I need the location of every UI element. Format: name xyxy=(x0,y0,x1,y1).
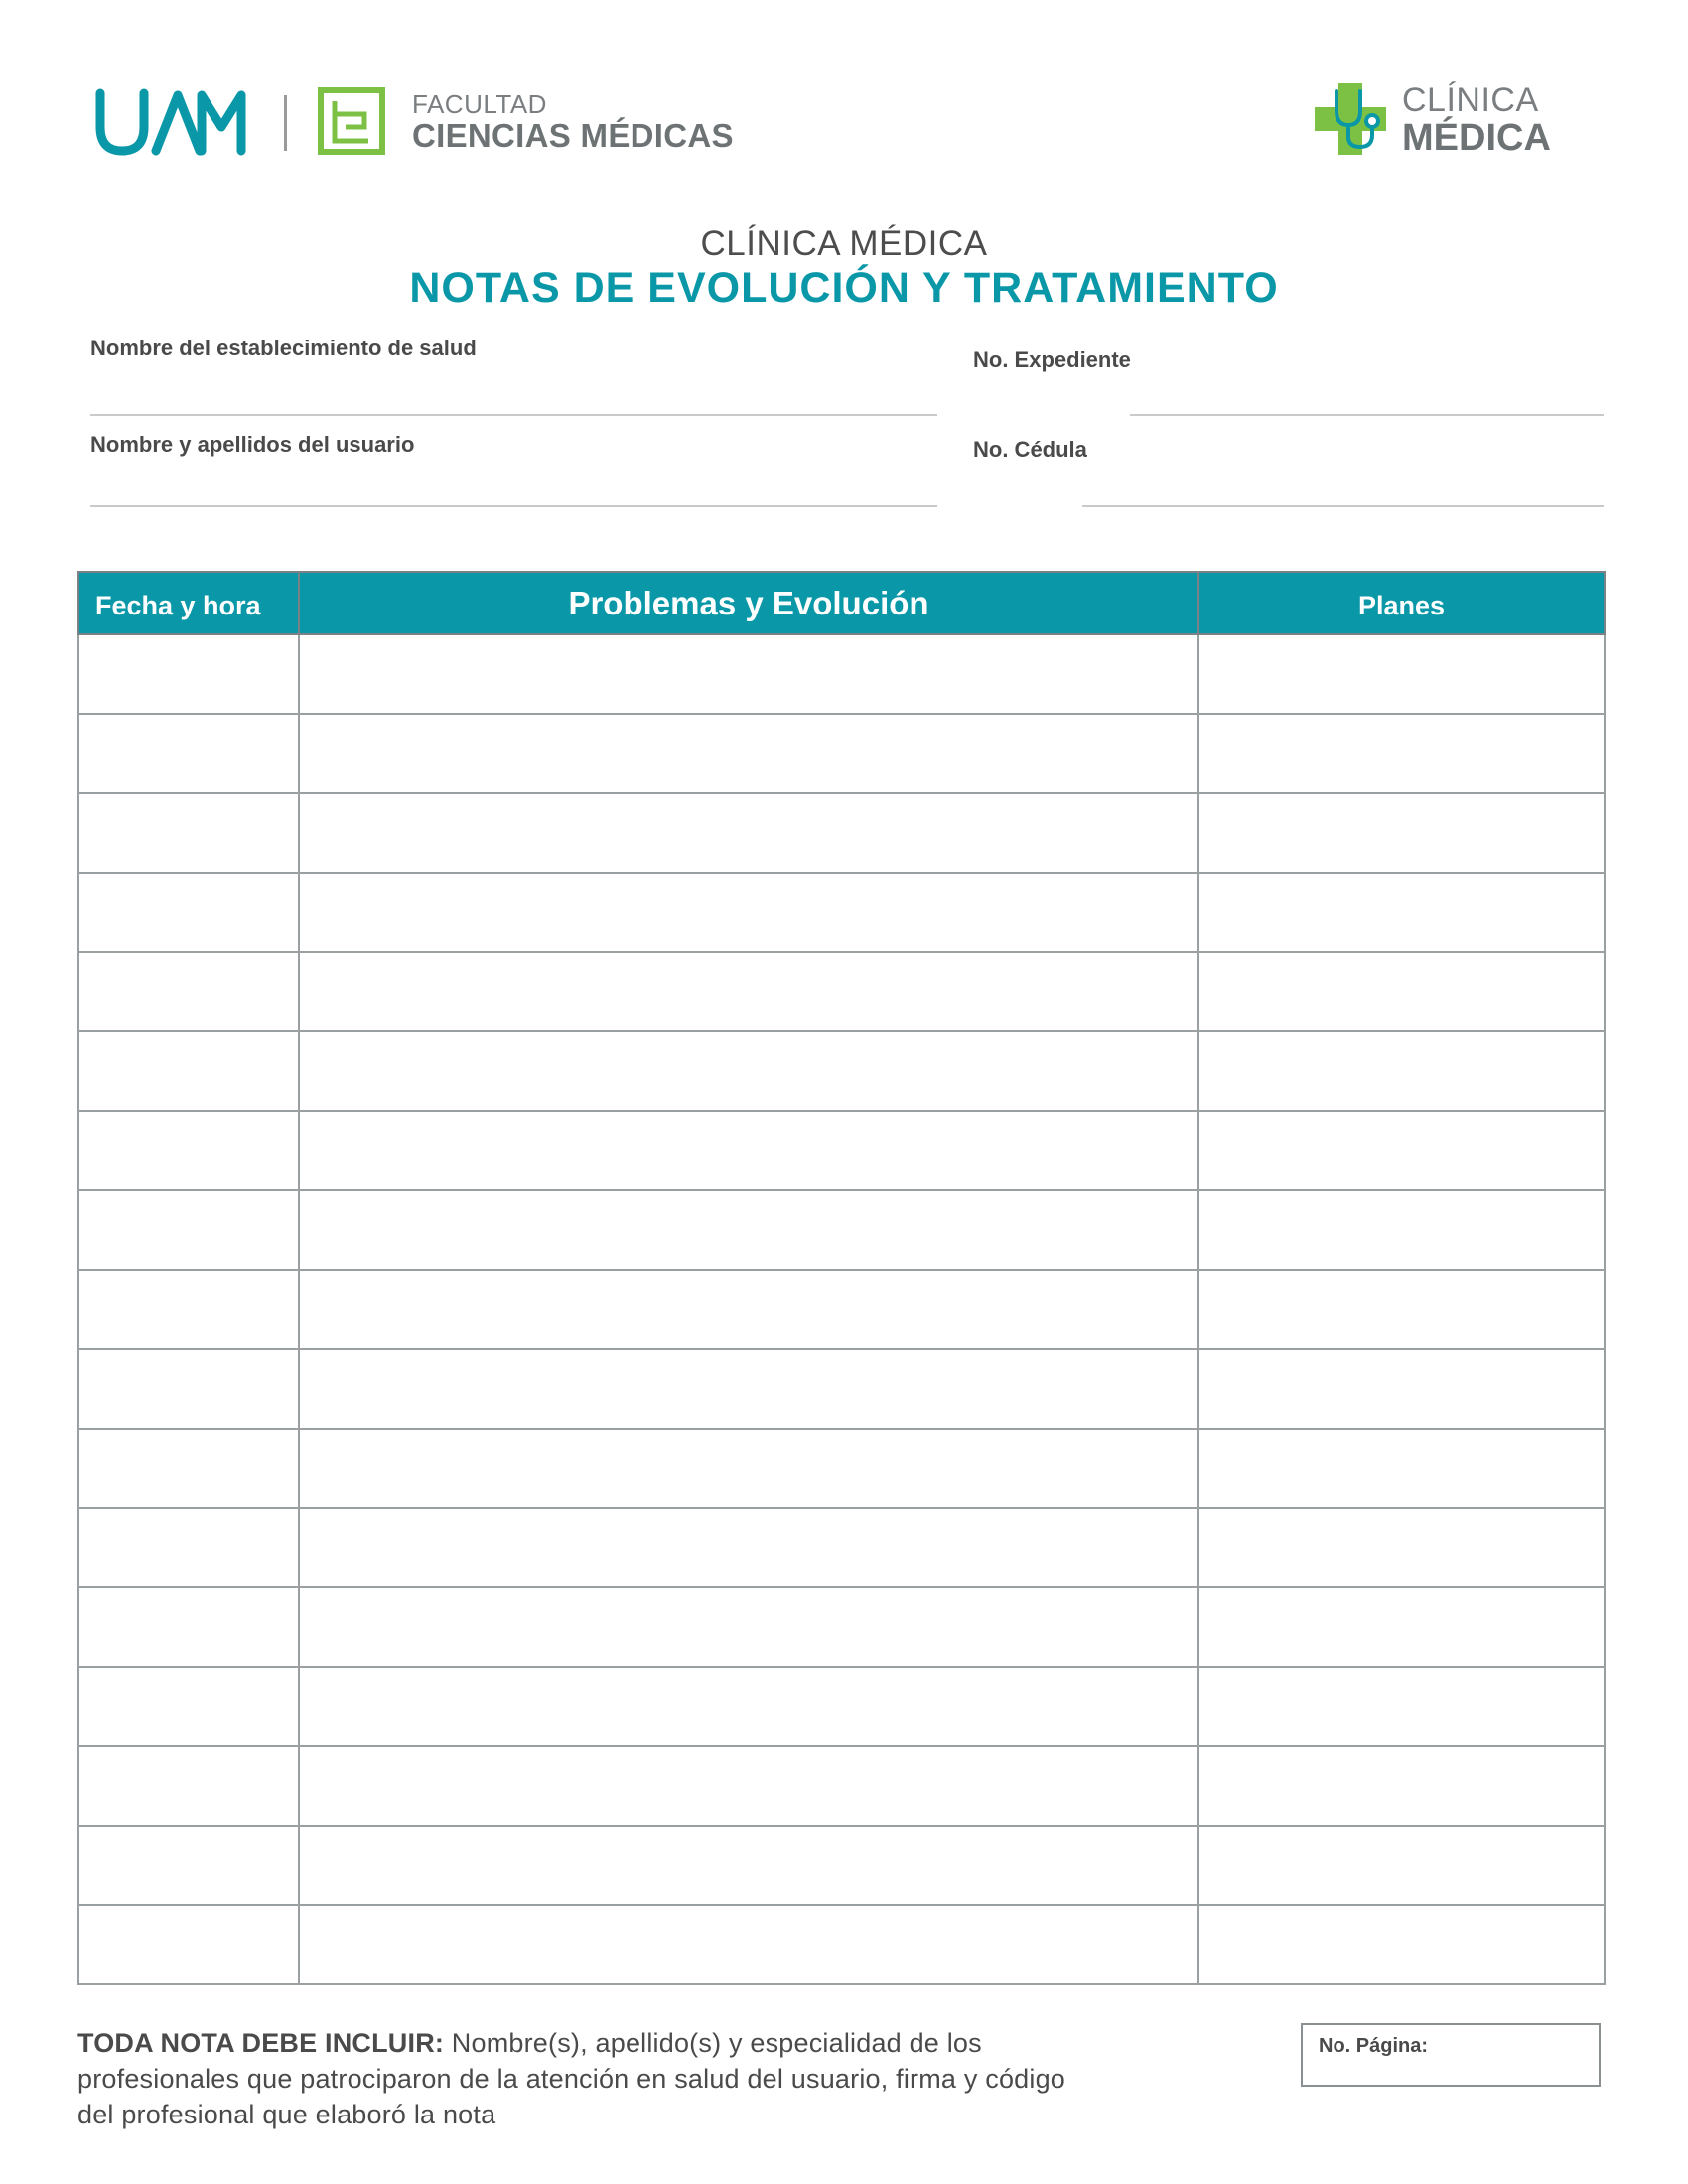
cell-problems[interactable] xyxy=(298,872,1199,953)
user-name-field[interactable] xyxy=(90,505,937,507)
cell-date[interactable] xyxy=(77,1110,300,1191)
cell-plans[interactable] xyxy=(1197,633,1606,715)
cell-date[interactable] xyxy=(77,713,300,794)
page-number-label: No. Página: xyxy=(1319,2035,1429,2057)
cell-problems[interactable] xyxy=(298,1904,1199,1985)
table-row xyxy=(77,1666,1606,1747)
evolution-notes-table: Fecha y hora Problemas y Evolución Plane… xyxy=(77,571,1606,1985)
table-row xyxy=(77,1269,1606,1350)
cell-plans[interactable] xyxy=(1197,1269,1606,1350)
cell-plans[interactable] xyxy=(1197,792,1606,874)
clinic-line2: MÉDICA xyxy=(1402,117,1551,159)
cell-problems[interactable] xyxy=(298,1348,1199,1430)
cell-date[interactable] xyxy=(77,1428,300,1509)
cell-plans[interactable] xyxy=(1197,1507,1606,1588)
footer-note: TODA NOTA DEBE INCLUIR: Nombre(s), apell… xyxy=(77,2025,1090,2132)
expediente-label: No. Expediente xyxy=(973,347,1131,372)
page-number-box[interactable]: No. Página: xyxy=(1301,2023,1601,2087)
cell-plans[interactable] xyxy=(1197,1825,1606,1906)
table-row xyxy=(77,1110,1606,1191)
cell-date[interactable] xyxy=(77,1189,300,1271)
table-row xyxy=(77,872,1606,953)
footer-note-bold: TODA NOTA DEBE INCLUIR: xyxy=(77,2028,445,2058)
cell-problems[interactable] xyxy=(298,1189,1199,1271)
cell-problems[interactable] xyxy=(298,1030,1199,1112)
cell-date[interactable] xyxy=(77,1825,300,1906)
clinic-line1: CLÍNICA xyxy=(1402,81,1539,119)
cell-date[interactable] xyxy=(77,1586,300,1668)
cell-plans[interactable] xyxy=(1197,1110,1606,1191)
cell-problems[interactable] xyxy=(298,1586,1199,1668)
cell-plans[interactable] xyxy=(1197,1428,1606,1509)
clinic-name: CLÍNICA MÉDICA xyxy=(1402,83,1551,157)
establishment-label: Nombre del establecimiento de salud xyxy=(90,336,477,360)
form-supertitle: CLÍNICA MÉDICA xyxy=(700,224,988,263)
column-header-plans: Planes xyxy=(1197,571,1606,635)
cell-plans[interactable] xyxy=(1197,872,1606,953)
cell-plans[interactable] xyxy=(1197,1586,1606,1668)
table-row xyxy=(77,1904,1606,1985)
cell-date[interactable] xyxy=(77,951,300,1032)
table-row xyxy=(77,1507,1606,1588)
cell-date[interactable] xyxy=(77,872,300,953)
cell-date[interactable] xyxy=(77,1666,300,1747)
table-row xyxy=(77,1428,1606,1509)
cell-date[interactable] xyxy=(77,1904,300,1985)
cell-problems[interactable] xyxy=(298,951,1199,1032)
cell-date[interactable] xyxy=(77,1507,300,1588)
cell-plans[interactable] xyxy=(1197,1666,1606,1747)
table-body xyxy=(77,633,1606,1985)
expediente-field[interactable] xyxy=(1130,414,1604,416)
table-row xyxy=(77,633,1606,715)
cell-problems[interactable] xyxy=(298,1666,1199,1747)
cell-plans[interactable] xyxy=(1197,951,1606,1032)
faculty-name: FACULTAD CIENCIAS MÉDICAS xyxy=(412,91,734,152)
faculty-line1: FACULTAD xyxy=(412,89,547,119)
cell-problems[interactable] xyxy=(298,1269,1199,1350)
cell-date[interactable] xyxy=(77,1348,300,1430)
cell-date[interactable] xyxy=(77,1030,300,1112)
cell-problems[interactable] xyxy=(298,1507,1199,1588)
cell-date[interactable] xyxy=(77,1745,300,1827)
cell-plans[interactable] xyxy=(1197,1189,1606,1271)
faculty-line2: CIENCIAS MÉDICAS xyxy=(412,117,734,154)
form-title: NOTAS DE EVOLUCIÓN Y TRATAMIENTO xyxy=(409,264,1279,312)
table-row xyxy=(77,1745,1606,1827)
table-row xyxy=(77,713,1606,794)
logo-separator xyxy=(284,95,287,151)
table-header-row: Fecha y hora Problemas y Evolución Plane… xyxy=(77,571,1606,635)
cell-problems[interactable] xyxy=(298,1110,1199,1191)
cell-date[interactable] xyxy=(77,1269,300,1350)
cell-plans[interactable] xyxy=(1197,1348,1606,1430)
cell-problems[interactable] xyxy=(298,1428,1199,1509)
cell-problems[interactable] xyxy=(298,713,1199,794)
table-row xyxy=(77,1825,1606,1906)
medical-cross-stethoscope-icon xyxy=(1315,83,1386,155)
cell-problems[interactable] xyxy=(298,792,1199,874)
cell-plans[interactable] xyxy=(1197,1745,1606,1827)
table-row xyxy=(77,951,1606,1032)
column-header-date: Fecha y hora xyxy=(77,571,300,635)
cell-problems[interactable] xyxy=(298,1825,1199,1906)
cell-problems[interactable] xyxy=(298,1745,1199,1827)
cell-plans[interactable] xyxy=(1197,1030,1606,1112)
cedula-label: No. Cédula xyxy=(973,437,1087,462)
cell-plans[interactable] xyxy=(1197,713,1606,794)
cell-date[interactable] xyxy=(77,633,300,715)
cedula-field[interactable] xyxy=(1082,505,1604,507)
cell-date[interactable] xyxy=(77,792,300,874)
faculty-logo-icon xyxy=(318,87,385,155)
cell-plans[interactable] xyxy=(1197,1904,1606,1985)
establishment-field[interactable] xyxy=(90,414,937,416)
table-row xyxy=(77,1586,1606,1668)
table-row xyxy=(77,1189,1606,1271)
table-row xyxy=(77,792,1606,874)
table-row xyxy=(77,1348,1606,1430)
column-header-problems: Problemas y Evolución xyxy=(298,571,1199,635)
table-row xyxy=(77,1030,1606,1112)
user-name-label: Nombre y apellidos del usuario xyxy=(90,432,415,457)
cell-problems[interactable] xyxy=(298,633,1199,715)
uam-logo xyxy=(95,88,246,156)
